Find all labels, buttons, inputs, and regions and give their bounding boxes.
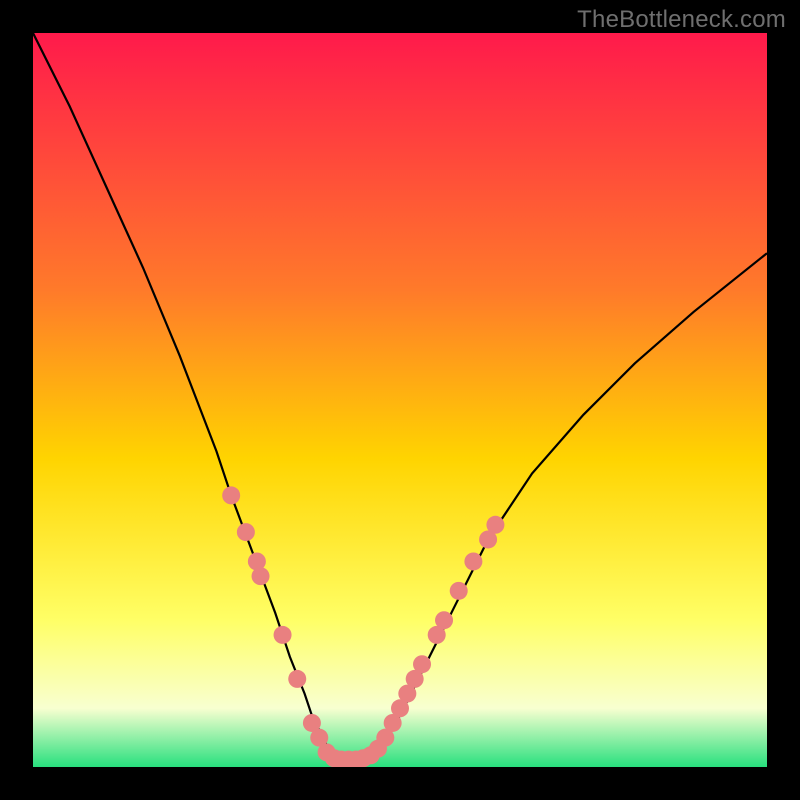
- highlight-marker: [252, 567, 270, 585]
- chart-svg: [33, 33, 767, 767]
- highlight-marker: [237, 523, 255, 541]
- chart-background: [33, 33, 767, 767]
- highlight-marker: [486, 516, 504, 534]
- chart-plot-area: [33, 33, 767, 767]
- chart-frame: TheBottleneck.com: [0, 0, 800, 800]
- watermark-text: TheBottleneck.com: [577, 6, 786, 34]
- highlight-marker: [288, 670, 306, 688]
- highlight-marker: [450, 582, 468, 600]
- highlight-marker: [435, 611, 453, 629]
- highlight-marker: [464, 552, 482, 570]
- highlight-marker: [274, 626, 292, 644]
- highlight-marker: [413, 655, 431, 673]
- highlight-marker: [222, 486, 240, 504]
